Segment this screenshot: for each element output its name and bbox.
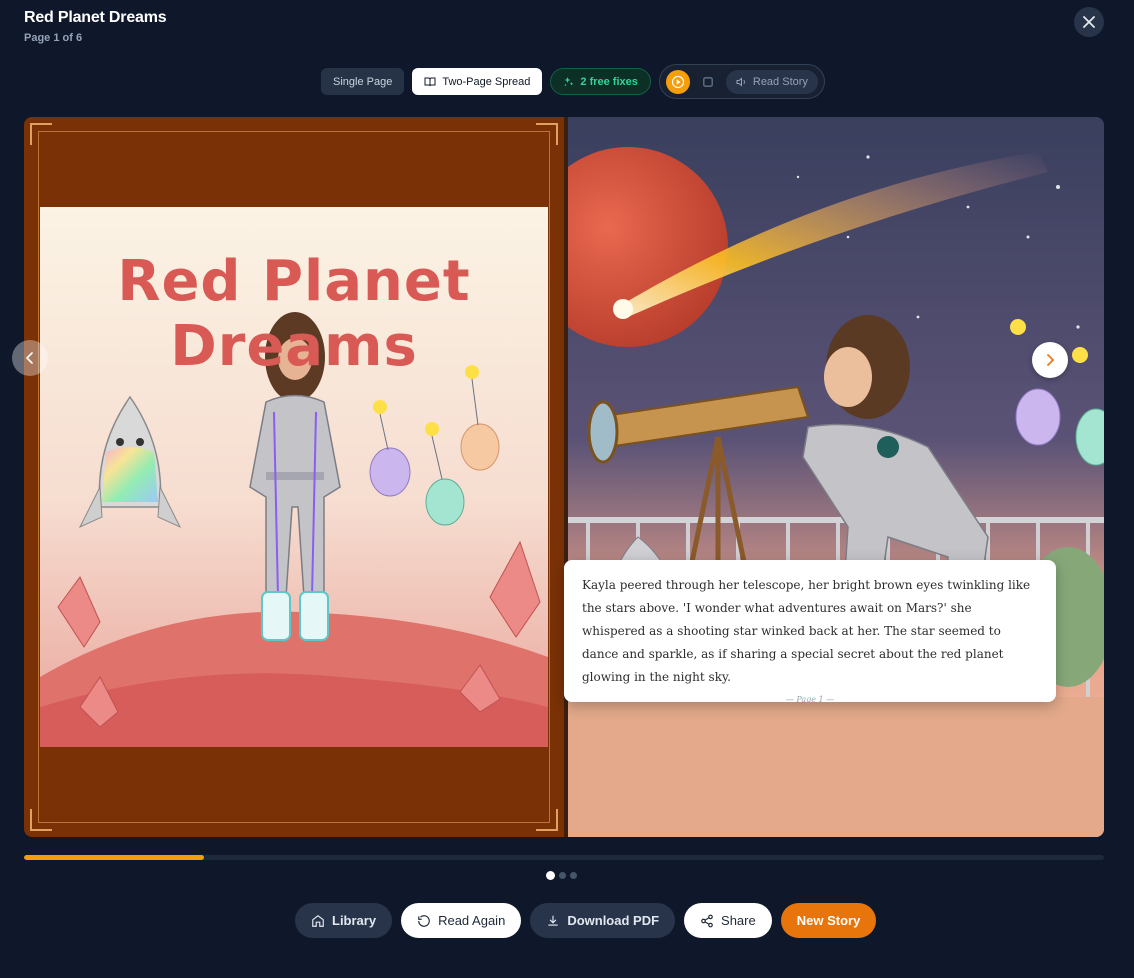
story-illustration bbox=[568, 117, 1104, 837]
read-story-button[interactable]: Read Story bbox=[725, 69, 818, 94]
header: Red Planet Dreams Page 1 of 6 bbox=[24, 9, 167, 44]
library-label: Library bbox=[332, 913, 377, 928]
free-fixes-label: 2 free fixes bbox=[580, 75, 638, 88]
frame-corner bbox=[536, 123, 558, 145]
story-text: Kayla peered through her telescope, her … bbox=[582, 578, 1031, 684]
download-icon bbox=[548, 915, 558, 926]
two-page-spread-label: Two-Page Spread bbox=[442, 75, 531, 88]
previous-page-button[interactable] bbox=[12, 340, 48, 376]
close-button[interactable] bbox=[1074, 7, 1104, 37]
page-dot[interactable] bbox=[559, 872, 566, 879]
cover-illustration: Red Planet Dreams bbox=[40, 207, 548, 747]
share-label: Share bbox=[721, 913, 756, 928]
home-icon bbox=[312, 914, 324, 927]
frame-corner bbox=[30, 809, 52, 831]
story-page bbox=[568, 117, 1104, 837]
download-pdf-label: Download PDF bbox=[567, 913, 660, 928]
view-toolbar: Single Page Two-Page Spread 2 free fixes… bbox=[321, 64, 825, 99]
story-text-card: Kayla peered through her telescope, her … bbox=[564, 560, 1056, 704]
cover-title: Red Planet Dreams bbox=[117, 249, 471, 379]
page-indicator: Page 1 of 6 bbox=[24, 32, 83, 44]
story-title: Red Planet Dreams bbox=[24, 9, 167, 26]
new-story-button[interactable]: New Story bbox=[780, 903, 877, 938]
speaker-icon bbox=[736, 76, 745, 87]
single-page-button[interactable]: Single Page bbox=[321, 68, 405, 95]
free-fixes-badge[interactable]: 2 free fixes bbox=[550, 68, 651, 95]
read-again-label: Read Again bbox=[438, 913, 506, 928]
cover-page: Red Planet Dreams bbox=[24, 117, 564, 837]
page-dots bbox=[546, 871, 577, 880]
frame-corner bbox=[536, 809, 558, 831]
stop-button[interactable] bbox=[697, 71, 719, 93]
download-pdf-button[interactable]: Download PDF bbox=[530, 903, 676, 938]
share-button[interactable]: Share bbox=[684, 903, 772, 938]
new-story-label: New Story bbox=[796, 913, 861, 928]
chevron-right-icon bbox=[1047, 354, 1055, 366]
footer-actions: Library Read Again Download PDF Share Ne… bbox=[295, 903, 877, 938]
page-marker: — Page 1 — bbox=[785, 695, 835, 704]
read-again-button[interactable]: Read Again bbox=[401, 903, 522, 938]
chevron-left-icon bbox=[25, 352, 33, 364]
close-icon bbox=[1083, 16, 1095, 28]
book-spread: Red Planet Dreams bbox=[24, 117, 1104, 837]
stop-icon bbox=[703, 76, 713, 87]
share-icon bbox=[701, 914, 713, 927]
sparkle-icon bbox=[564, 76, 574, 86]
rotate-ccw-icon bbox=[418, 914, 430, 927]
reading-progress-bar bbox=[24, 855, 1104, 860]
open-book-icon bbox=[424, 77, 436, 86]
page-dot[interactable] bbox=[546, 871, 555, 880]
audio-controls: Read Story bbox=[658, 64, 825, 99]
page-dot[interactable] bbox=[570, 872, 577, 879]
frame-corner bbox=[30, 123, 52, 145]
reading-progress-fill bbox=[24, 855, 205, 860]
library-button[interactable]: Library bbox=[295, 903, 393, 938]
two-page-spread-button[interactable]: Two-Page Spread bbox=[412, 68, 543, 95]
next-page-button[interactable] bbox=[1032, 342, 1068, 378]
play-button[interactable] bbox=[665, 69, 690, 94]
read-story-label: Read Story bbox=[752, 75, 808, 88]
play-icon bbox=[671, 75, 684, 88]
single-page-label: Single Page bbox=[333, 75, 393, 88]
